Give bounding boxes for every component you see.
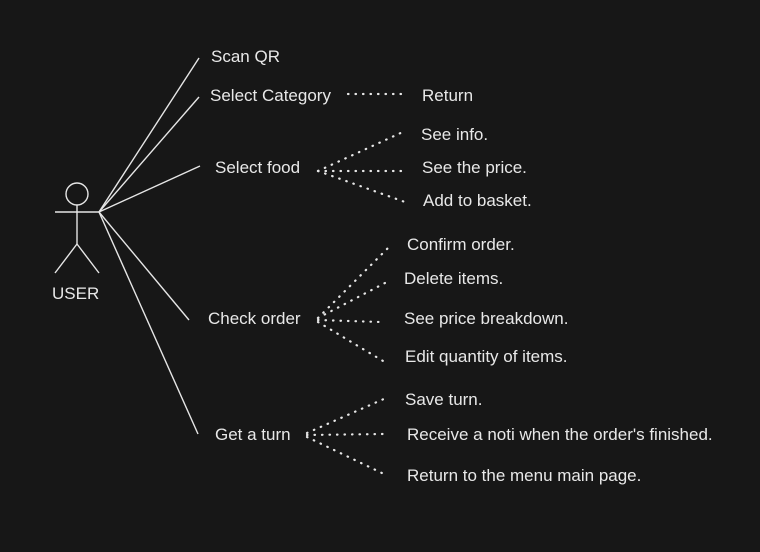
actor-left-leg	[54, 243, 78, 274]
association-select-category	[98, 96, 200, 213]
use-case-select-food: Select food	[215, 158, 301, 177]
actor-head	[65, 182, 89, 206]
relation-turn-notify	[305, 432, 386, 437]
actor-label: USER	[52, 284, 100, 303]
sub-case-save-turn: Save turn.	[405, 390, 483, 409]
diagram-canvas	[54, 57, 410, 476]
use-case-select-category: Select Category	[210, 86, 331, 105]
sub-case-edit-quantity: Edit quantity of items.	[405, 347, 568, 366]
relation-turn-menu	[305, 435, 386, 476]
relation-order-confirm	[316, 246, 390, 320]
relation-order-breakdown	[316, 318, 382, 324]
sub-case-see-price: See the price.	[422, 158, 527, 177]
use-case-diagram: USER Scan QR Select Category Select food…	[0, 0, 760, 552]
sub-case-see-info: See info.	[421, 125, 489, 144]
use-case-get-turn: Get a turn	[215, 425, 291, 444]
actor-right-leg	[76, 243, 100, 274]
association-get-turn	[98, 211, 199, 435]
sub-case-return-menu: Return to the menu main page.	[407, 466, 642, 485]
relation-order-edit	[316, 320, 390, 366]
use-case-scan-qr: Scan QR	[211, 47, 280, 66]
user-actor-figure	[54, 182, 100, 274]
sub-case-return: Return	[422, 86, 474, 105]
sub-case-price-breakdown: See price breakdown.	[404, 309, 569, 328]
sub-case-add-basket: Add to basket.	[423, 191, 532, 210]
association-check-order	[98, 211, 190, 321]
sub-case-delete-items: Delete items.	[404, 269, 504, 288]
relation-food-basket	[316, 169, 407, 204]
use-case-check-order: Check order	[208, 309, 301, 328]
sub-case-confirm-order: Confirm order.	[407, 235, 515, 254]
relation-order-delete	[316, 281, 387, 320]
relation-turn-save	[305, 396, 388, 435]
relation-food-info	[316, 129, 407, 173]
sub-case-receive-noti: Receive a noti when the order's finished…	[407, 425, 713, 444]
